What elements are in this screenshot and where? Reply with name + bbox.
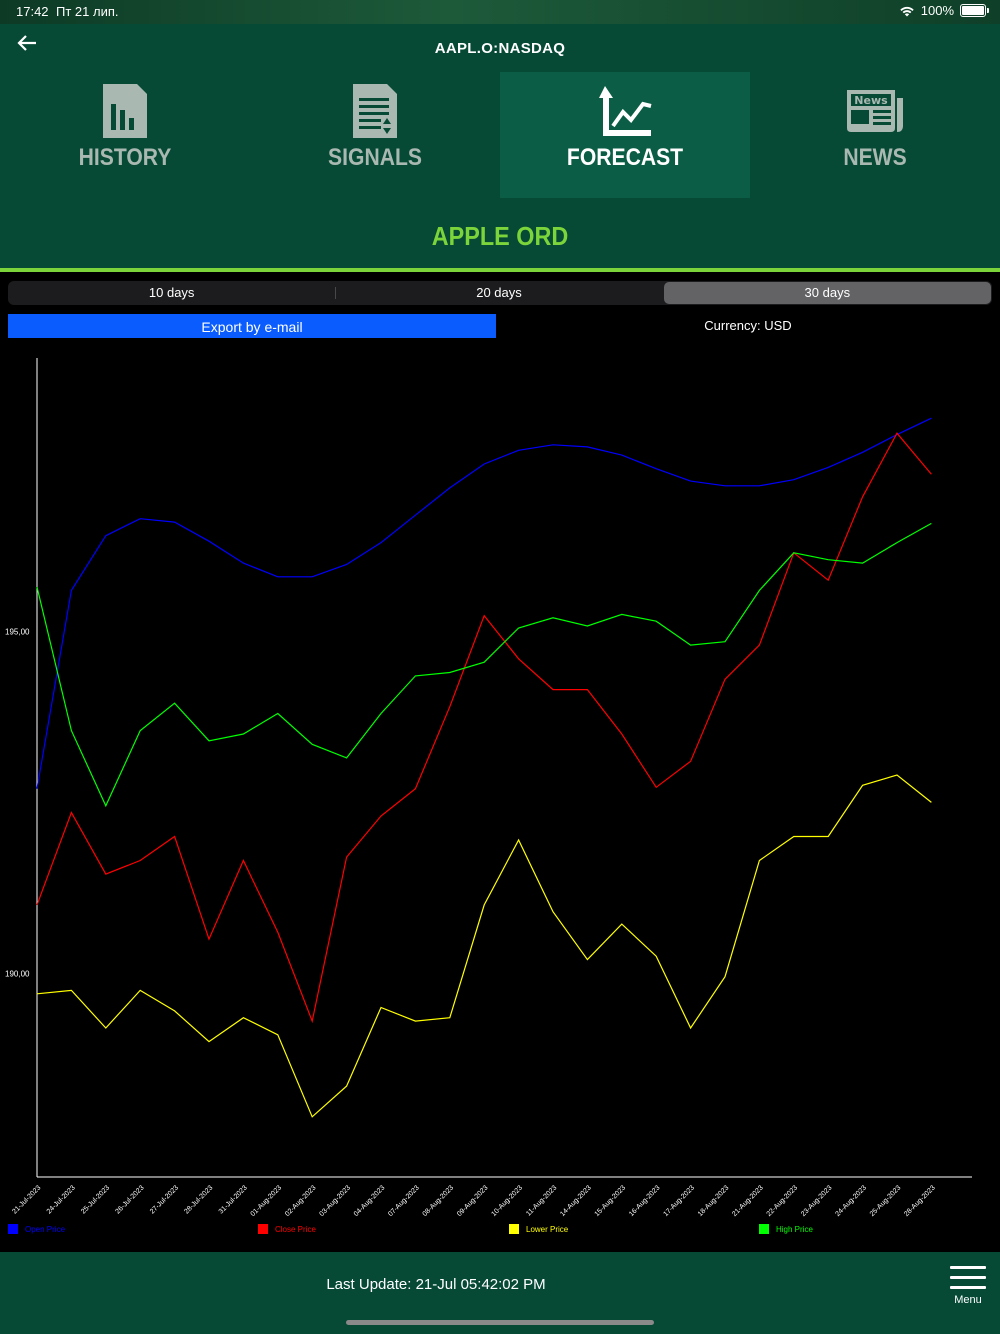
tab-news[interactable]: News NEWS: [750, 72, 1000, 198]
x-tick-label: 17-Aug-2023: [662, 1184, 696, 1218]
tab-forecast-label: FORECAST: [566, 144, 684, 171]
home-indicator: [346, 1320, 654, 1325]
x-tick-label: 27-Jul-2023: [149, 1184, 180, 1215]
menu-label: Menu: [954, 1294, 982, 1306]
legend-label: Close Price: [275, 1225, 316, 1234]
forecast-chart: 195,00 190,00 21-Jul-2023 24-Jul-2023 25-Jul…: [5, 358, 972, 1234]
menu-bar-2: [950, 1276, 986, 1279]
signals-document-icon: [353, 84, 397, 138]
menu-bar-3: [950, 1286, 986, 1289]
battery-icon: [960, 4, 989, 17]
forecast-trend-icon: [599, 86, 652, 136]
export-email-button[interactable]: Export by e-mail: [8, 314, 496, 338]
tab-signals-label: SIGNALS: [328, 144, 422, 171]
x-tick-label: 11-Aug-2023: [525, 1184, 558, 1217]
x-tick-label: 07-Aug-2023: [387, 1184, 421, 1218]
currency-label: Currency: USD: [704, 318, 792, 333]
status-date: Пт 21 лип.: [56, 4, 119, 19]
x-tick-label: 23-Aug-2023: [800, 1184, 834, 1218]
legend-swatch: [8, 1224, 18, 1234]
x-tick-label: 18-Aug-2023: [697, 1184, 731, 1218]
legend-swatch: [509, 1224, 519, 1234]
company-name: APPLE ORD: [431, 221, 569, 251]
lower-price-line: [36, 774, 932, 1118]
battery-percent: 100%: [920, 3, 954, 18]
tab-news-label: NEWS: [843, 144, 907, 171]
news-icon: News: [847, 90, 903, 132]
x-tick-label: 28-Aug-2023: [903, 1184, 937, 1218]
period-selector: 10 days 20 days 30 days: [8, 281, 992, 305]
last-update-text: Last Update: 21-Jul 05:42:02 PM: [326, 1276, 546, 1293]
status-time: 17:42: [16, 4, 49, 19]
tab-history[interactable]: HISTORY: [0, 72, 250, 198]
x-tick-label: 16-Aug-2023: [628, 1184, 662, 1218]
x-tick-label: 24-Jul-2023: [46, 1184, 77, 1215]
status-bar: 17:42 Пт 21 лип. 100%: [0, 0, 1000, 24]
news-icon-text: News: [854, 94, 888, 107]
y-tick-label: 195,00: [5, 627, 30, 636]
tab-signals[interactable]: SIGNALS: [250, 72, 500, 198]
tab-bar: HISTORY SIGNALS FORECAST News NEWS: [0, 72, 1000, 198]
legend-label: Lower Price: [526, 1225, 569, 1234]
open-price-line: [36, 417, 932, 789]
menu-button[interactable]: Menu: [950, 1266, 986, 1306]
period-20-days[interactable]: 20 days: [335, 281, 662, 305]
period-10-days[interactable]: 10 days: [8, 281, 335, 305]
x-tick-label: 14-Aug-2023: [559, 1184, 593, 1218]
x-tick-label: 25-Jul-2023: [80, 1184, 111, 1215]
tab-forecast[interactable]: FORECAST: [500, 72, 750, 198]
x-tick-label: 15-Aug-2023: [594, 1184, 628, 1218]
history-chart-icon: [103, 84, 147, 138]
legend-swatch: [258, 1224, 268, 1234]
x-tick-label: 08-Aug-2023: [422, 1184, 456, 1218]
company-banner: APPLE ORD: [0, 198, 1000, 272]
x-tick-label: 28-Jul-2023: [183, 1184, 214, 1215]
x-tick-label: 01-Aug-2023: [250, 1184, 284, 1218]
legend-label: Open Price: [25, 1225, 66, 1234]
x-tick-label: 04-Aug-2023: [353, 1184, 387, 1218]
x-tick-label: 21-Aug-2023: [731, 1184, 765, 1218]
legend-label: High Price: [776, 1225, 813, 1234]
y-tick-label: 190,00: [5, 969, 30, 978]
x-tick-label: 31-Jul-2023: [218, 1184, 249, 1215]
x-tick-label: 24-Aug-2023: [834, 1184, 868, 1218]
high-price-line: [36, 522, 932, 808]
x-tick-label: 02-Aug-2023: [284, 1184, 318, 1218]
status-right: 100%: [899, 3, 989, 18]
wifi-icon: [900, 6, 914, 16]
page-title: AAPL.O:NASDAQ: [434, 40, 566, 57]
header: AAPL.O:NASDAQ: [0, 24, 1000, 72]
x-tick-label: 21-Jul-2023: [11, 1184, 42, 1215]
x-tick-label: 22-Aug-2023: [766, 1184, 800, 1218]
x-tick-label: 25-Aug-2023: [869, 1184, 903, 1218]
tab-history-label: HISTORY: [78, 144, 172, 171]
legend-swatch: [759, 1224, 769, 1234]
x-tick-label: 10-Aug-2023: [490, 1184, 524, 1218]
x-tick-label: 03-Aug-2023: [318, 1184, 352, 1218]
segment-divider: [335, 287, 336, 299]
x-tick-label: 09-Aug-2023: [456, 1184, 490, 1218]
period-30-days[interactable]: 30 days: [663, 282, 991, 304]
x-tick-label: 26-Jul-2023: [115, 1184, 146, 1215]
menu-bar-1: [950, 1266, 986, 1269]
